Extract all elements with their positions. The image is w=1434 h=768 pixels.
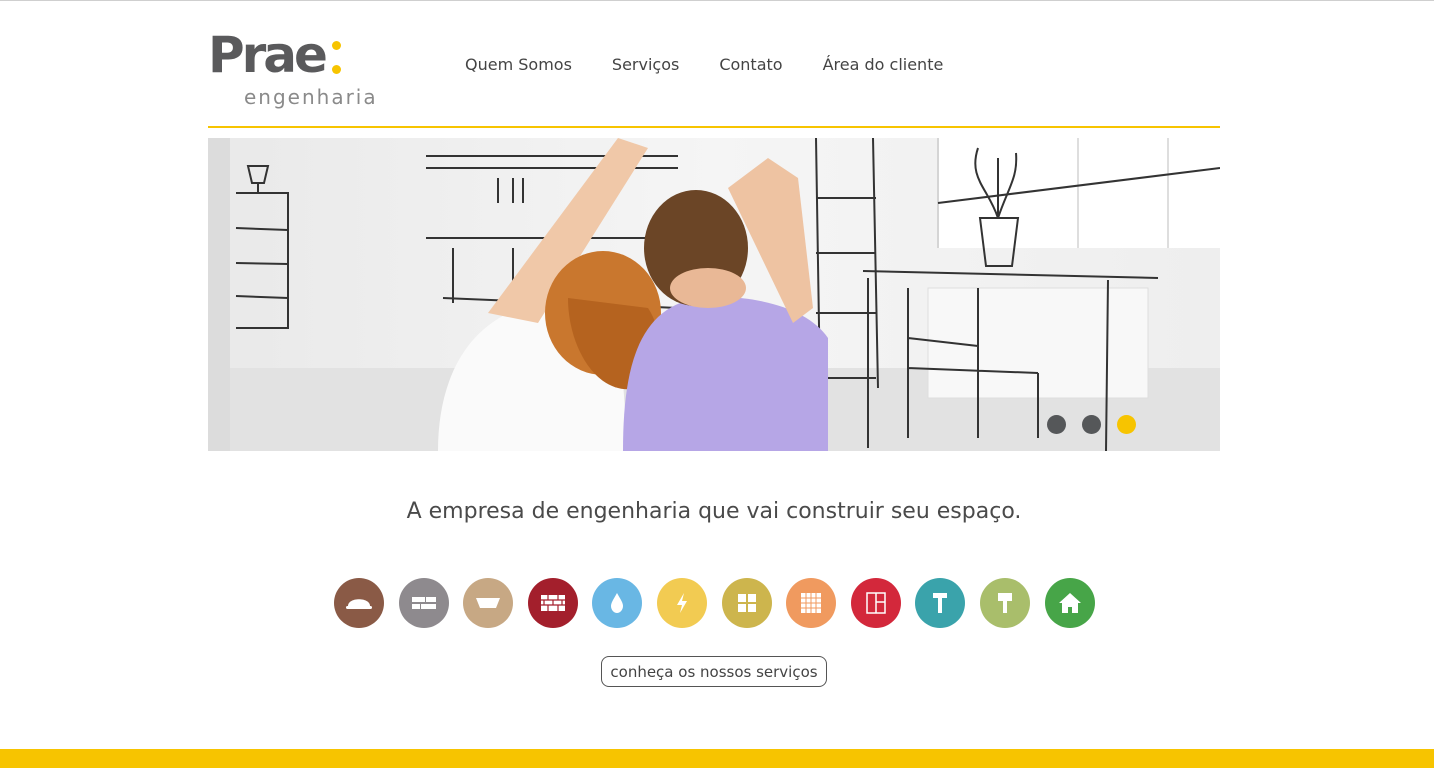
service-blocks[interactable] [398, 578, 449, 628]
nav-item-servicos[interactable]: Serviços [612, 55, 679, 74]
lightning-icon [676, 593, 687, 613]
service-hammer[interactable] [915, 578, 966, 628]
paint-roller-icon [997, 593, 1012, 613]
service-windows[interactable] [721, 578, 772, 628]
logo-colon-mark [332, 41, 342, 77]
window-icon [737, 594, 756, 612]
site-logo[interactable]: Prae engenharia [208, 26, 383, 113]
slide-dot-2[interactable] [1082, 415, 1101, 434]
door-icon [866, 592, 886, 614]
blocks-icon [411, 597, 436, 609]
service-electrical[interactable] [656, 578, 707, 628]
nav-item-quem-somos[interactable]: Quem Somos [465, 55, 572, 74]
nav-item-contato[interactable]: Contato [719, 55, 782, 74]
hero-image [208, 138, 1220, 451]
hammer-icon [933, 593, 948, 613]
service-home[interactable] [1044, 578, 1095, 628]
slide-dot-3-active[interactable] [1117, 415, 1136, 434]
service-plumbing[interactable] [592, 578, 643, 628]
slide-dot-1[interactable] [1047, 415, 1066, 434]
service-helmet[interactable] [334, 578, 384, 628]
bricks-icon [540, 595, 565, 611]
tiles-icon [801, 593, 822, 613]
water-drop-icon [611, 593, 624, 613]
service-bowl[interactable] [463, 578, 514, 628]
service-bricks[interactable] [527, 578, 578, 628]
service-tiles[interactable] [786, 578, 837, 628]
headline: A empresa de engenharia que vai construi… [406, 499, 1022, 524]
hero-slider [208, 138, 1220, 451]
nav-item-area-do-cliente[interactable]: Área do cliente [823, 55, 944, 74]
services-icon-row [334, 578, 1095, 628]
service-doors[interactable] [850, 578, 901, 628]
header-divider [208, 126, 1220, 128]
slider-pagination [1047, 415, 1136, 434]
logo-wordmark: Prae [208, 26, 328, 84]
helmet-icon [346, 599, 372, 609]
footer-bar [0, 749, 1434, 768]
bowl-icon [476, 598, 501, 608]
service-painting[interactable] [979, 578, 1030, 628]
house-icon [1058, 593, 1081, 613]
services-cta-button[interactable]: conheça os nossos serviços [601, 656, 827, 687]
logo-subtitle: engenharia [244, 85, 378, 109]
main-nav: Quem Somos Serviços Contato Área do clie… [465, 55, 943, 74]
